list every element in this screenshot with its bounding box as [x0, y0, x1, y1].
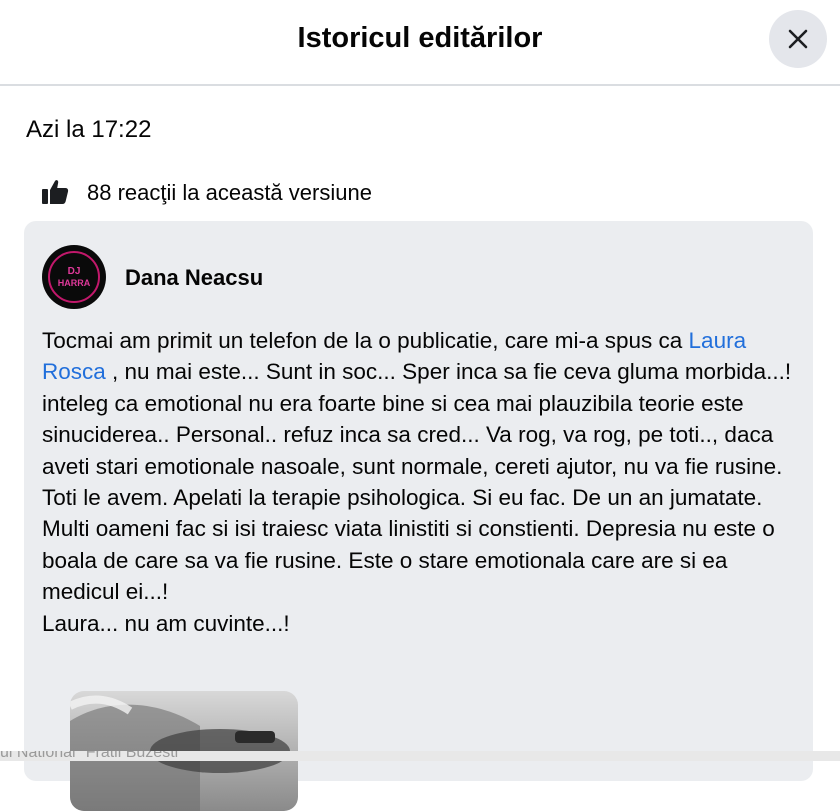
avatar-logo: DJ HARRA [58, 266, 91, 288]
post-paragraph: inteleg ca emotional nu era foarte bine … [42, 390, 783, 605]
version-timestamp: Azi la 17:22 [26, 116, 152, 143]
post-body: Tocmai am primit un telefon de la o publ… [42, 325, 802, 639]
post-text-segment: , nu mai este... Sunt in soc... Sper inc… [105, 359, 792, 385]
background-page-strip: ul National "Fratii Buzesti" [0, 751, 840, 761]
dialog-title: Istoricul editărilor [297, 22, 543, 54]
avatar[interactable]: DJ HARRA [42, 245, 106, 309]
svg-text:DJ: DJ [68, 266, 81, 277]
dialog-header: Istoricul editărilor [0, 0, 840, 86]
close-button[interactable] [769, 10, 827, 68]
post-author-name[interactable]: Dana Neacsu [125, 263, 263, 293]
svg-text:HARRA: HARRA [58, 278, 91, 288]
post-text-segment: Tocmai am primit un telefon de la o publ… [42, 328, 689, 353]
post-preview-card: DJ HARRA Dana Neacsu Tocmai am primit un… [24, 221, 813, 811]
post-paragraph: Laura... nu am cuvinte...! [42, 610, 290, 636]
background-page-text: ul National "Fratii Buzesti" [0, 751, 184, 761]
thumbs-up-icon [42, 180, 69, 204]
reactions-count-text: 88 reacţii la această versiune [87, 180, 372, 205]
post-paragraph: Tocmai am primit un telefon de la o publ… [42, 325, 802, 388]
close-icon [788, 29, 808, 49]
